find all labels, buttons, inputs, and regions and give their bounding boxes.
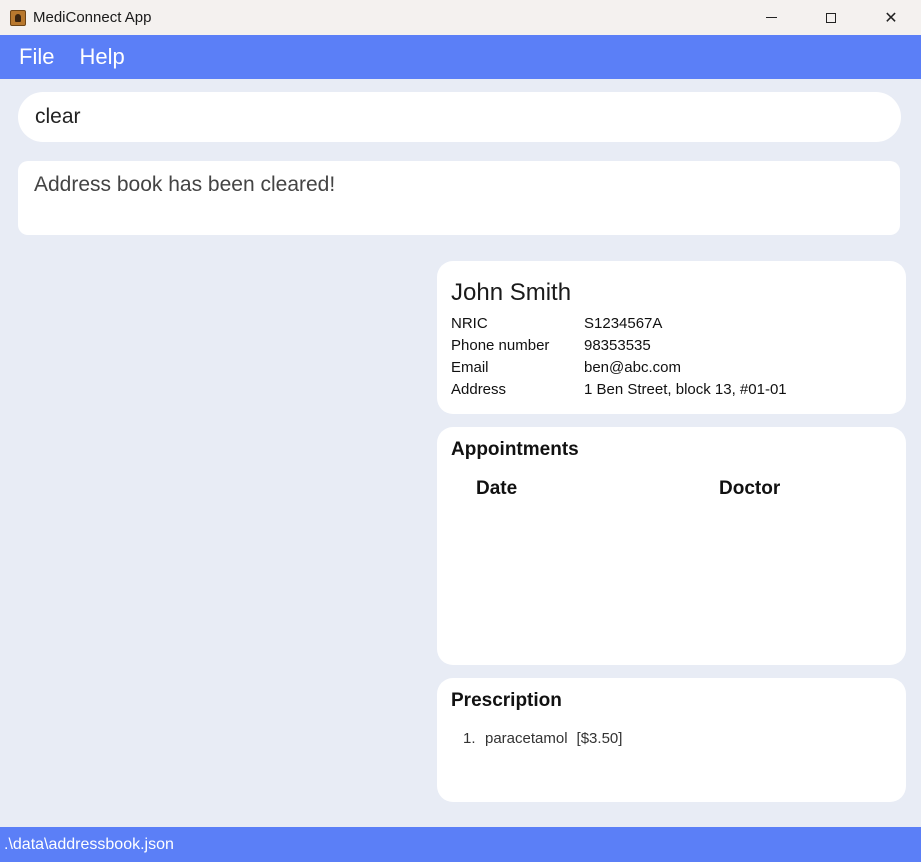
status-bar: .\data\addressbook.json [0, 827, 921, 862]
file-path: .\data\addressbook.json [4, 835, 174, 853]
appointments-heading: Appointments [451, 439, 579, 460]
field-value: 98353535 [584, 337, 651, 354]
field-row-address: Address 1 Ben Street, block 13, #01-01 [451, 379, 892, 401]
title-bar: MediConnect App ✕ [0, 0, 921, 35]
person-name: John Smith [451, 279, 572, 306]
result-message: Address book has been cleared! [34, 173, 336, 196]
command-input[interactable] [33, 104, 877, 130]
prescription-card: Prescription 1. paracetamol [$3.50] [437, 678, 906, 802]
field-value: ben@abc.com [584, 359, 681, 376]
person-card: John Smith NRIC S1234567A Phone number 9… [437, 261, 906, 414]
command-box[interactable] [18, 92, 901, 142]
minimize-icon [765, 17, 777, 18]
field-value: 1 Ben Street, block 13, #01-01 [584, 381, 787, 398]
field-row-phone: Phone number 98353535 [451, 335, 892, 357]
appointments-card: Appointments Date Doctor [437, 427, 906, 665]
field-label: Phone number [451, 337, 550, 354]
contact-book-icon [10, 9, 26, 26]
window-title: MediConnect App [33, 9, 152, 26]
field-label: Email [451, 359, 489, 376]
column-header-doctor: Doctor [719, 478, 781, 499]
medicine-name: paracetamol [485, 730, 568, 747]
field-label: NRIC [451, 315, 488, 332]
result-display: Address book has been cleared! [18, 161, 900, 235]
column-header-date: Date [476, 478, 518, 499]
close-icon: ✕ [884, 9, 898, 27]
minimize-button[interactable] [741, 0, 801, 35]
menu-help[interactable]: Help [79, 44, 124, 70]
field-label: Address [451, 381, 507, 398]
list-item-number: 1. [463, 730, 476, 747]
prescription-heading: Prescription [451, 690, 562, 711]
list-item: 1. paracetamol [$3.50] [451, 730, 892, 747]
menu-file[interactable]: File [19, 44, 54, 70]
field-value: S1234567A [584, 315, 663, 332]
menu-bar: File Help [0, 35, 921, 79]
maximize-icon [826, 12, 836, 23]
close-button[interactable]: ✕ [861, 0, 921, 35]
maximize-button[interactable] [801, 0, 861, 35]
field-row-nric: NRIC S1234567A [451, 313, 892, 335]
appointments-table-header: Date Doctor [451, 478, 892, 500]
window-controls: ✕ [741, 0, 921, 35]
field-row-email: Email ben@abc.com [451, 357, 892, 379]
medicine-price: [$3.50] [576, 730, 623, 747]
